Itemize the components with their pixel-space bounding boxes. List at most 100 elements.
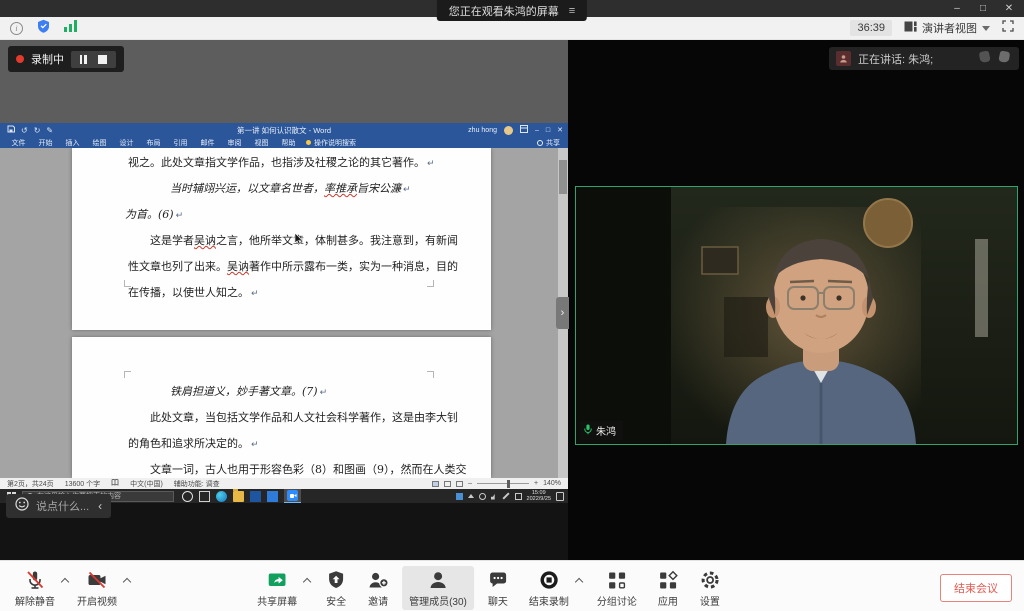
word-minimize-button[interactable]: – — [535, 127, 539, 134]
window-minimize-button[interactable]: – — [944, 0, 970, 17]
network-signal-icon[interactable] — [64, 19, 78, 37]
toolbar-security-shield-button[interactable]: 安全 — [318, 566, 354, 610]
tray-expand-icon[interactable] — [468, 494, 474, 498]
word-scrollbar-thumb[interactable] — [559, 160, 567, 194]
toolbar-settings-button[interactable]: 设置 — [692, 566, 728, 610]
status-language[interactable]: 中文(中国) — [130, 479, 163, 489]
toolbar-members-button[interactable]: 管理成员(30) — [402, 566, 474, 610]
tell-me-box[interactable]: 操作说明搜索 — [306, 138, 356, 148]
word-tab-8[interactable]: 邮件 — [194, 138, 221, 148]
word-tab-11[interactable]: 帮助 — [275, 138, 302, 148]
margin-mark — [427, 371, 434, 378]
word-document-area: 视之。此处文章指文学作品，也指涉及社稷之论的其它著作。↵当时辅翊兴运，以文章名世… — [0, 148, 568, 478]
chevron-up-icon[interactable] — [575, 578, 583, 586]
chevron-up-icon[interactable] — [123, 578, 131, 586]
status-word-count[interactable]: 13600 个字 — [65, 479, 100, 489]
recording-indicator: 录制中 — [8, 46, 124, 72]
shared-desktop: 录制中 ↺ ↻ ✎ 第一讲 如何认识散文 — [0, 40, 568, 503]
toolbar-label: 安全 — [326, 593, 346, 608]
zoom-out-icon[interactable]: – — [468, 480, 472, 487]
app-icon[interactable] — [267, 491, 278, 502]
chat-input-placeholder[interactable]: 说点什么... — [36, 498, 89, 514]
toolbar-apps-button[interactable]: 应用 — [650, 566, 686, 610]
speaker-panel: › 正在讲话: 朱鸿; — [568, 40, 1024, 560]
status-accessibility[interactable]: 辅助功能: 调查 — [174, 479, 220, 489]
view-mode-switcher[interactable]: 演讲者视图 — [904, 20, 990, 36]
stop-recording-button[interactable] — [98, 55, 107, 64]
ribbon-display-icon[interactable] — [520, 125, 528, 135]
word-tab-2[interactable]: 开始 — [32, 138, 59, 148]
toolbar-label: 聊天 — [488, 593, 508, 608]
collapse-chat-icon[interactable]: ‹ — [98, 499, 102, 513]
end-meeting-button[interactable]: 结束会议 — [940, 574, 1012, 602]
window-maximize-button[interactable]: □ — [970, 0, 996, 17]
word-app-icon[interactable] — [250, 491, 261, 502]
chevron-up-icon[interactable] — [61, 578, 69, 586]
zoom-percentage[interactable]: 140% — [543, 480, 561, 487]
word-tab-6[interactable]: 布局 — [140, 138, 167, 148]
word-tab-4[interactable]: 绘图 — [86, 138, 113, 148]
word-tab-9[interactable]: 审阅 — [221, 138, 248, 148]
taskbar-clock[interactable]: 15:09 2022/9/25 — [527, 490, 551, 502]
zoom-slider[interactable] — [477, 483, 529, 484]
edge-browser-icon[interactable] — [216, 491, 227, 502]
ime-mode-icon[interactable] — [515, 493, 522, 500]
pen-icon[interactable]: ✎ — [46, 126, 53, 135]
toolbar-invite-button[interactable]: 邀请 — [360, 566, 396, 610]
reply-hand-icon[interactable] — [996, 49, 1012, 68]
doc-line: 视之。此处文章指文学作品，也指涉及社稷之论的其它著作。↵ — [128, 150, 491, 176]
toolbar-mic-muted-button[interactable]: 解除静音 — [8, 566, 62, 610]
undo-icon[interactable]: ↺ — [21, 126, 28, 135]
meeting-info-icon[interactable]: i — [10, 22, 23, 35]
word-account-name[interactable]: zhu hong — [468, 127, 497, 134]
chevron-up-icon[interactable] — [303, 578, 311, 586]
status-page-count[interactable]: 第2页，共24页 — [7, 479, 54, 489]
word-tab-1[interactable]: 文件 — [5, 138, 32, 148]
zoom-slider-thumb[interactable] — [507, 480, 510, 488]
input-panel-icon[interactable] — [456, 493, 463, 500]
window-close-button[interactable]: ✕ — [996, 0, 1022, 17]
meeting-app-taskbar-button[interactable] — [284, 489, 301, 503]
action-center-icon[interactable] — [556, 492, 564, 501]
toolbar-camera-off-button[interactable]: 开启视频 — [70, 566, 124, 610]
toolbar-stop-record-button[interactable]: 结束录制 — [522, 566, 576, 610]
print-layout-icon[interactable] — [444, 481, 451, 487]
taskbar-apps — [182, 489, 301, 503]
raise-hand-icon[interactable] — [977, 49, 993, 68]
panel-expander[interactable]: › — [556, 297, 569, 329]
chat-quick-input[interactable]: 说点什么... ‹ — [6, 494, 111, 518]
word-tab-3[interactable]: 插入 — [59, 138, 86, 148]
zoom-in-icon[interactable]: + — [534, 480, 538, 487]
pilcrow-mark: ↵ — [427, 159, 435, 169]
word-restore-button[interactable]: □ — [546, 127, 550, 134]
word-account-avatar[interactable] — [504, 126, 513, 135]
word-tab-5[interactable]: 设计 — [113, 138, 140, 148]
word-close-button[interactable]: ✕ — [557, 126, 563, 134]
fullscreen-icon[interactable] — [1002, 19, 1014, 37]
pause-recording-button[interactable] — [76, 53, 91, 66]
file-explorer-icon[interactable] — [233, 491, 244, 502]
banner-menu-icon[interactable]: ≡ — [569, 5, 575, 17]
web-layout-icon[interactable] — [456, 481, 463, 487]
emoji-smiley-icon[interactable] — [15, 497, 29, 516]
encryption-shield-icon[interactable] — [37, 19, 50, 38]
cloud-icon[interactable] — [479, 493, 486, 500]
read-mode-icon[interactable] — [432, 481, 439, 487]
speaker-video-tile[interactable]: 朱鸿 — [575, 186, 1018, 445]
toolbar-label: 设置 — [700, 593, 720, 608]
toolbar-share-screen-button[interactable]: 共享屏幕 — [250, 566, 304, 610]
toolbar-breakout-button[interactable]: 分组讨论 — [590, 566, 644, 610]
meeting-toolbar: 解除静音开启视频 共享屏幕安全邀请管理成员(30)聊天结束录制分组讨论应用设置 … — [0, 560, 1024, 611]
proofing-book-icon[interactable] — [111, 479, 119, 488]
volume-icon[interactable] — [491, 493, 497, 500]
word-tab-10[interactable]: 视图 — [248, 138, 275, 148]
cortana-icon[interactable] — [182, 491, 193, 502]
task-view-icon[interactable] — [199, 491, 210, 502]
word-tab-7[interactable]: 引用 — [167, 138, 194, 148]
word-share-button[interactable]: 共享 — [537, 138, 568, 148]
word-status-bar: 第2页，共24页 13600 个字 中文(中国) 辅助功能: 调查 – + — [0, 478, 568, 489]
save-icon[interactable] — [7, 125, 15, 135]
toolbar-chat-button[interactable]: 聊天 — [480, 566, 516, 610]
pen-tray-icon[interactable] — [502, 492, 509, 499]
redo-icon[interactable]: ↻ — [34, 126, 41, 135]
